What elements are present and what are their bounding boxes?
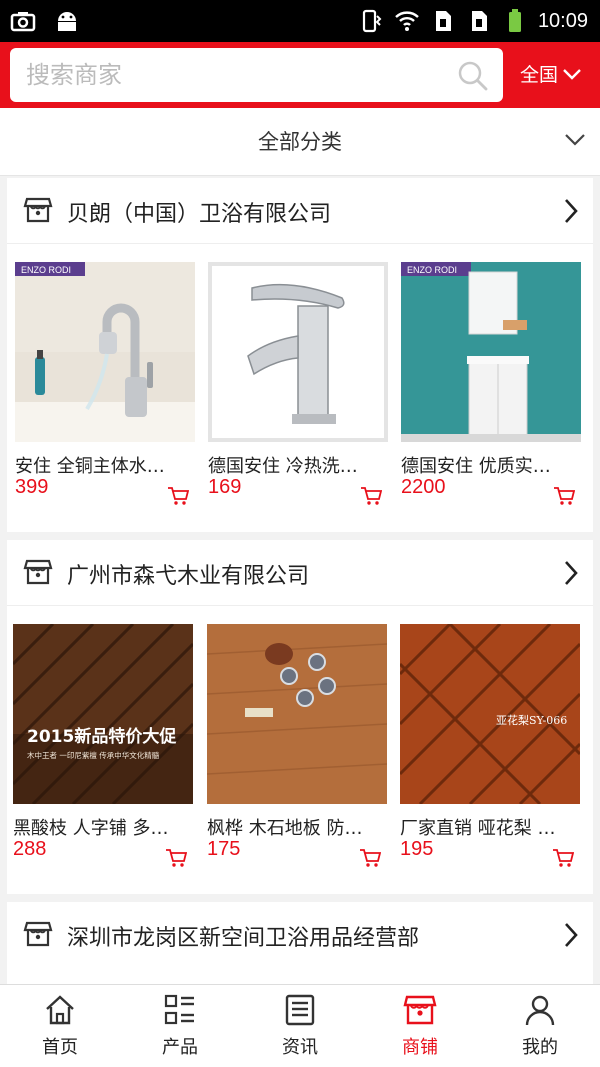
product-title: 枫桦 木石地板 防… <box>207 818 363 838</box>
shop-icon <box>23 559 53 585</box>
nav-news[interactable]: 资讯 <box>240 985 360 1067</box>
product-card[interactable]: ENZO RODI 安住 全铜主体水… 399 <box>15 262 195 506</box>
store-card: 广州市森弋木业有限公司 2015新品特价大促 木中王者 一印尼紫檀 传承中华文化… <box>7 540 593 894</box>
chevron-right-icon[interactable] <box>563 197 579 225</box>
news-icon <box>285 994 315 1026</box>
category-label: 全部分类 <box>258 130 342 154</box>
status-bar: 10:09 <box>0 0 600 42</box>
product-card[interactable]: 亚花梨SY-066 厂家直销 哑花梨 … 195 <box>400 624 580 868</box>
store-name: 深圳市龙岗区新空间卫浴用品经营部 <box>67 926 420 951</box>
shop-icon <box>23 197 53 223</box>
product-price: 175 <box>207 838 241 860</box>
store-name: 广州市森弋木业有限公司 <box>67 564 310 589</box>
product-row: ENZO RODI 安住 全铜主体水… 399 德国安住 冷热洗… 169 EN… <box>7 244 593 532</box>
nav-label: 首页 <box>42 1037 78 1058</box>
overlay-subtitle: 亚花梨SY-066 <box>496 713 567 727</box>
sim1-icon <box>435 11 451 31</box>
search-input[interactable] <box>26 58 446 92</box>
product-image[interactable]: ENZO RODI <box>15 262 195 442</box>
product-image[interactable]: ENZO RODI <box>401 262 581 442</box>
product-card[interactable]: 枫桦 木石地板 防… 175 <box>207 624 387 868</box>
bottom-nav: 首页 产品 资讯 商铺 我的 <box>0 984 600 1067</box>
product-price: 2200 <box>401 476 446 498</box>
store-name: 贝朗（中国）卫浴有限公司 <box>67 202 332 227</box>
cart-icon[interactable] <box>359 848 381 868</box>
nav-shops[interactable]: 商铺 <box>360 985 480 1067</box>
product-price: 399 <box>15 476 49 498</box>
chevron-right-icon[interactable] <box>563 921 579 949</box>
product-title: 厂家直销 哑花梨 … <box>400 818 556 838</box>
region-selector[interactable]: 全国 <box>520 60 582 87</box>
nav-label: 资讯 <box>282 1037 318 1058</box>
region-label: 全国 <box>520 64 559 86</box>
nav-mine[interactable]: 我的 <box>480 985 600 1067</box>
shop-icon <box>403 995 437 1025</box>
product-price: 288 <box>13 838 47 860</box>
nav-products[interactable]: 产品 <box>120 985 240 1067</box>
product-image[interactable] <box>207 624 387 804</box>
product-title: 德国安住 优质实… <box>401 456 551 476</box>
cart-icon[interactable] <box>552 848 574 868</box>
chevron-down-icon <box>563 68 581 80</box>
search-header: 全国 <box>0 42 600 108</box>
overlay-title: 2015新品特价大促 <box>27 726 176 747</box>
home-icon <box>46 995 74 1025</box>
android-icon <box>58 12 76 31</box>
product-card[interactable]: 德国安住 冷热洗… 169 <box>208 262 388 506</box>
product-title: 德国安住 冷热洗… <box>208 456 358 476</box>
store-header[interactable]: 广州市森弋木业有限公司 <box>7 540 593 606</box>
product-card[interactable]: ENZO RODI 德国安住 优质实… 2200 <box>401 262 581 506</box>
category-filter[interactable]: 全部分类 <box>0 108 600 176</box>
store-header[interactable]: 贝朗（中国）卫浴有限公司 <box>7 178 593 244</box>
product-image[interactable]: 2015新品特价大促 木中王者 一印尼紫檀 传承中华文化精髓 <box>13 624 193 804</box>
grid-list-icon <box>164 994 194 1025</box>
user-icon <box>525 995 555 1026</box>
chevron-right-icon[interactable] <box>563 559 579 587</box>
camera-icon <box>10 12 36 32</box>
wifi-icon <box>395 11 419 31</box>
chevron-down-icon <box>565 134 585 146</box>
vibrate-icon <box>362 9 382 33</box>
store-card: 深圳市龙岗区新空间卫浴用品经营部 <box>7 902 593 984</box>
nav-home[interactable]: 首页 <box>0 985 120 1067</box>
nav-label: 商铺 <box>402 1037 438 1058</box>
status-time: 10:09 <box>537 9 588 32</box>
battery-icon <box>508 9 521 32</box>
product-image[interactable] <box>208 262 388 442</box>
cart-icon[interactable] <box>360 486 382 506</box>
cart-icon[interactable] <box>165 848 187 868</box>
product-image[interactable]: 亚花梨SY-066 <box>400 624 580 804</box>
nav-label: 产品 <box>162 1037 198 1058</box>
product-title: 黑酸枝 人字铺 多… <box>13 818 169 838</box>
store-card: 贝朗（中国）卫浴有限公司 ENZO RODI 安住 全铜主体水… 399 德国安… <box>7 178 593 532</box>
cart-icon[interactable] <box>553 486 575 506</box>
sim2-icon <box>471 11 487 31</box>
product-price: 169 <box>208 476 242 498</box>
shop-icon <box>23 921 53 947</box>
store-header[interactable]: 深圳市龙岗区新空间卫浴用品经营部 <box>7 902 593 968</box>
search-box[interactable] <box>10 48 503 102</box>
watermark-text: ENZO RODI <box>21 265 71 275</box>
search-icon[interactable] <box>457 60 489 92</box>
watermark-text: ENZO RODI <box>407 265 457 275</box>
product-card[interactable]: 2015新品特价大促 木中王者 一印尼紫檀 传承中华文化精髓 黑酸枝 人字铺 多… <box>13 624 193 868</box>
nav-label: 我的 <box>522 1037 558 1058</box>
product-price: 195 <box>400 838 434 860</box>
cart-icon[interactable] <box>167 486 189 506</box>
product-title: 安住 全铜主体水… <box>15 456 165 476</box>
product-row: 2015新品特价大促 木中王者 一印尼紫檀 传承中华文化精髓 黑酸枝 人字铺 多… <box>7 606 593 894</box>
overlay-subtitle: 木中王者 一印尼紫檀 传承中华文化精髓 <box>27 750 160 760</box>
